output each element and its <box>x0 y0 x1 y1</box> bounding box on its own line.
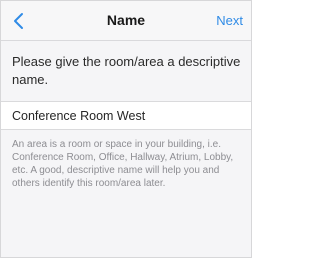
next-button[interactable]: Next <box>216 1 243 40</box>
page-title: Name <box>106 12 146 28</box>
name-field-row <box>1 101 251 130</box>
back-button[interactable] <box>10 10 30 32</box>
app-screen: Name Next Please give the room/area a de… <box>0 0 252 258</box>
instruction-text: Please give the room/area a descriptive … <box>12 54 241 87</box>
navigation-bar: Name Next <box>1 1 251 41</box>
room-name-input[interactable] <box>1 102 251 129</box>
chevron-left-icon <box>14 13 23 29</box>
help-text: An area is a room or space in your build… <box>12 139 234 189</box>
